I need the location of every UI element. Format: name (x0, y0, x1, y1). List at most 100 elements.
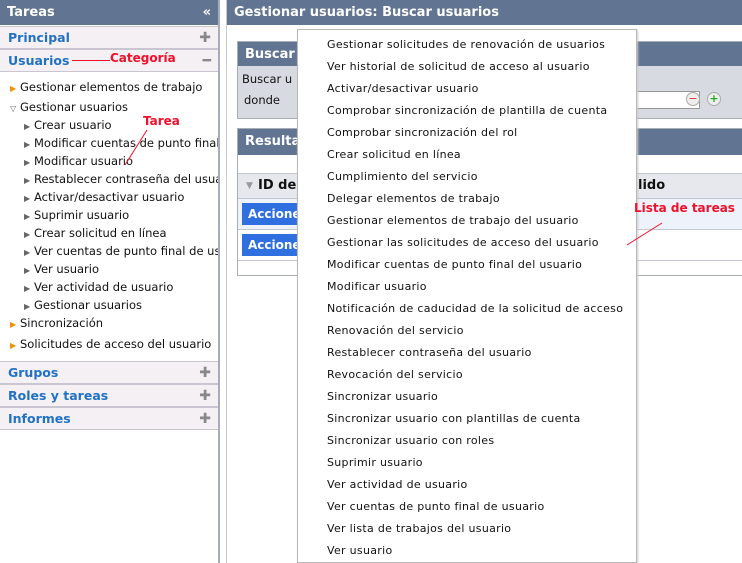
arrow-right-icon: ▶ (24, 158, 31, 167)
category-principal[interactable]: Principal ✚ (0, 26, 218, 49)
tree-item-label: Gestionar elementos de trabajo (20, 80, 203, 94)
tree-item[interactable]: ▽ Gestionar usuarios (0, 99, 218, 117)
tree-item[interactable]: ▶ Modificar usuario (0, 153, 218, 171)
arrow-right-icon: ▶ (24, 140, 31, 149)
tree-item[interactable]: ▶ Gestionar usuarios (0, 297, 218, 315)
menu-item[interactable]: Cumplimiento del servicio (327, 169, 478, 185)
menu-item[interactable]: Crear solicitud en línea (327, 147, 461, 163)
expand-icon[interactable]: ✚ (199, 408, 211, 430)
col-last-header[interactable]: lido (638, 174, 665, 198)
menu-item[interactable]: Ver historial de solicitud de acceso al … (327, 59, 590, 75)
annotation-tarea: Tarea (143, 114, 180, 128)
menu-item[interactable]: Renovación del servicio (327, 323, 464, 339)
tree-item[interactable]: ▶ Gestionar elementos de trabajo (0, 79, 218, 97)
expand-icon[interactable]: ✚ (199, 385, 211, 407)
collapse-minus-icon[interactable]: ━ (203, 50, 211, 72)
tree-item[interactable]: ▶ Crear usuario (0, 117, 218, 135)
sort-icon[interactable]: ▼ (246, 174, 253, 198)
arrow-right-icon: ▶ (10, 84, 17, 93)
tree-item-label: Activar/desactivar usuario (34, 190, 185, 204)
add-condition-icon[interactable]: + (707, 92, 721, 106)
tree-item-label: Modificar usuario (34, 154, 134, 168)
tree-item[interactable]: ▶ Activar/desactivar usuario (0, 189, 218, 207)
arrow-right-icon: ▶ (24, 194, 31, 203)
tree-item[interactable]: ▶ Suprimir usuario (0, 207, 218, 225)
menu-item[interactable]: Sincronizar usuario con plantillas de cu… (327, 411, 581, 427)
collapse-icon[interactable]: « (203, 0, 211, 25)
actions-button[interactable]: Accione (242, 203, 302, 225)
tree-item-label: Ver cuentas de punto final de usuario (34, 244, 218, 258)
tree-item[interactable]: ▶Ver cuentas de punto final de usuario (0, 243, 218, 261)
menu-item[interactable]: Modificar usuario (327, 279, 427, 295)
menu-item[interactable]: Ver lista de trabajos del usuario (327, 521, 511, 537)
menu-item[interactable]: Comprobar sincronización de plantilla de… (327, 103, 607, 119)
tree-item[interactable]: ▶ Crear solicitud en línea (0, 225, 218, 243)
arrow-right-icon: ▶ (24, 284, 31, 293)
actions-button[interactable]: Accione (242, 234, 302, 256)
menu-item[interactable]: Restablecer contraseña del usuario (327, 345, 532, 361)
menu-item[interactable]: Revocación del servicio (327, 367, 463, 383)
menu-item[interactable]: Comprobar sincronización del rol (327, 125, 518, 141)
category-roles[interactable]: Roles y tareas ✚ (0, 384, 218, 407)
tree-item[interactable]: ▶ Ver usuario (0, 261, 218, 279)
menu-item[interactable]: Notificación de caducidad de la solicitu… (327, 301, 623, 317)
menu-item[interactable]: Gestionar elementos de trabajo del usuar… (327, 213, 579, 229)
category-informes[interactable]: Informes ✚ (0, 407, 218, 430)
menu-item[interactable]: Activar/desactivar usuario (327, 81, 479, 97)
tree-item-label: Gestionar usuarios (20, 100, 129, 114)
tree-item-label: Crear solicitud en línea (34, 226, 167, 240)
arrow-right-icon: ▶ (10, 320, 17, 329)
menu-item[interactable]: Ver usuario (327, 543, 392, 559)
menu-item[interactable]: Gestionar las solicitudes de acceso del … (327, 235, 599, 251)
menu-item[interactable]: Ver actividad de usuario (327, 477, 468, 493)
category-label: Grupos (8, 365, 59, 380)
menu-item[interactable]: Sincronizar usuario con roles (327, 433, 494, 449)
expand-icon[interactable]: ✚ (199, 27, 211, 49)
tree-item[interactable]: ▶Modificar cuentas de punto final de usu… (0, 135, 218, 153)
arrow-right-icon: ▶ (24, 248, 31, 257)
arrow-right-icon: ▶ (24, 212, 31, 221)
tree-item[interactable]: ▶ Sincronización (0, 315, 218, 333)
tree-item[interactable]: ▶ Solicitudes de acceso del usuario (0, 336, 218, 354)
where-label: donde (244, 93, 280, 107)
remove-condition-icon[interactable]: − (686, 92, 700, 106)
menu-item[interactable]: Sincronizar usuario (327, 389, 438, 405)
menu-item[interactable]: Gestionar solicitudes de renovación de u… (327, 37, 605, 53)
tree-item-label: Modificar cuentas de punto final de usua… (34, 136, 218, 150)
arrow-right-icon: ▶ (24, 302, 31, 311)
category-label: Principal (8, 30, 70, 45)
arrow-right-icon: ▶ (24, 230, 31, 239)
tree-item[interactable]: ▶ Ver actividad de usuario (0, 279, 218, 297)
sidebar-title: Tareas (7, 5, 55, 20)
menu-item[interactable]: Delegar elementos de trabajo (327, 191, 500, 207)
col-id-header[interactable]: ID de (258, 174, 296, 198)
task-sidebar: Tareas « Principal ✚ Usuarios ━ ▶ Gestionar… (0, 0, 220, 563)
expanded-triangle-icon: ▽ (10, 104, 17, 113)
arrow-right-icon: ▶ (24, 266, 31, 275)
arrow-right-icon: ▶ (10, 341, 17, 350)
tree-item-label: Gestionar usuarios (34, 298, 143, 312)
arrow-right-icon: ▶ (24, 176, 31, 185)
menu-item[interactable]: Suprimir usuario (327, 455, 423, 471)
annotation-line (72, 60, 110, 61)
tree-item-label: Sincronización (20, 316, 104, 330)
tree-item-label: Restablecer contraseña del usuario (34, 172, 218, 186)
tree-item-label: Crear usuario (34, 118, 112, 132)
tree-item-label: Suprimir usuario (34, 208, 130, 222)
category-label: Usuarios (8, 53, 70, 68)
tree-item-label: Ver actividad de usuario (34, 280, 174, 294)
sidebar-header: Tareas « (0, 0, 218, 25)
menu-item[interactable]: Modificar cuentas de punto final del usu… (327, 257, 582, 273)
search-label: Buscar u (242, 72, 293, 86)
tree-item[interactable]: ▶ Restablecer contraseña del usuario (0, 171, 218, 189)
category-grupos[interactable]: Grupos ✚ (0, 361, 218, 384)
page-title: Gestionar usuarios: Buscar usuarios (227, 0, 742, 25)
category-label: Informes (8, 411, 71, 426)
task-list-menu: Gestionar solicitudes de renovación de u… (297, 29, 637, 563)
menu-item[interactable]: Ver cuentas de punto final de usuario (327, 499, 544, 515)
expand-icon[interactable]: ✚ (199, 362, 211, 384)
category-label: Roles y tareas (8, 388, 109, 403)
annotation-lista: Lista de tareas (634, 201, 735, 215)
annotation-categoria: Categoría (110, 51, 176, 65)
tree-item-label: Solicitudes de acceso del usuario (20, 337, 212, 351)
